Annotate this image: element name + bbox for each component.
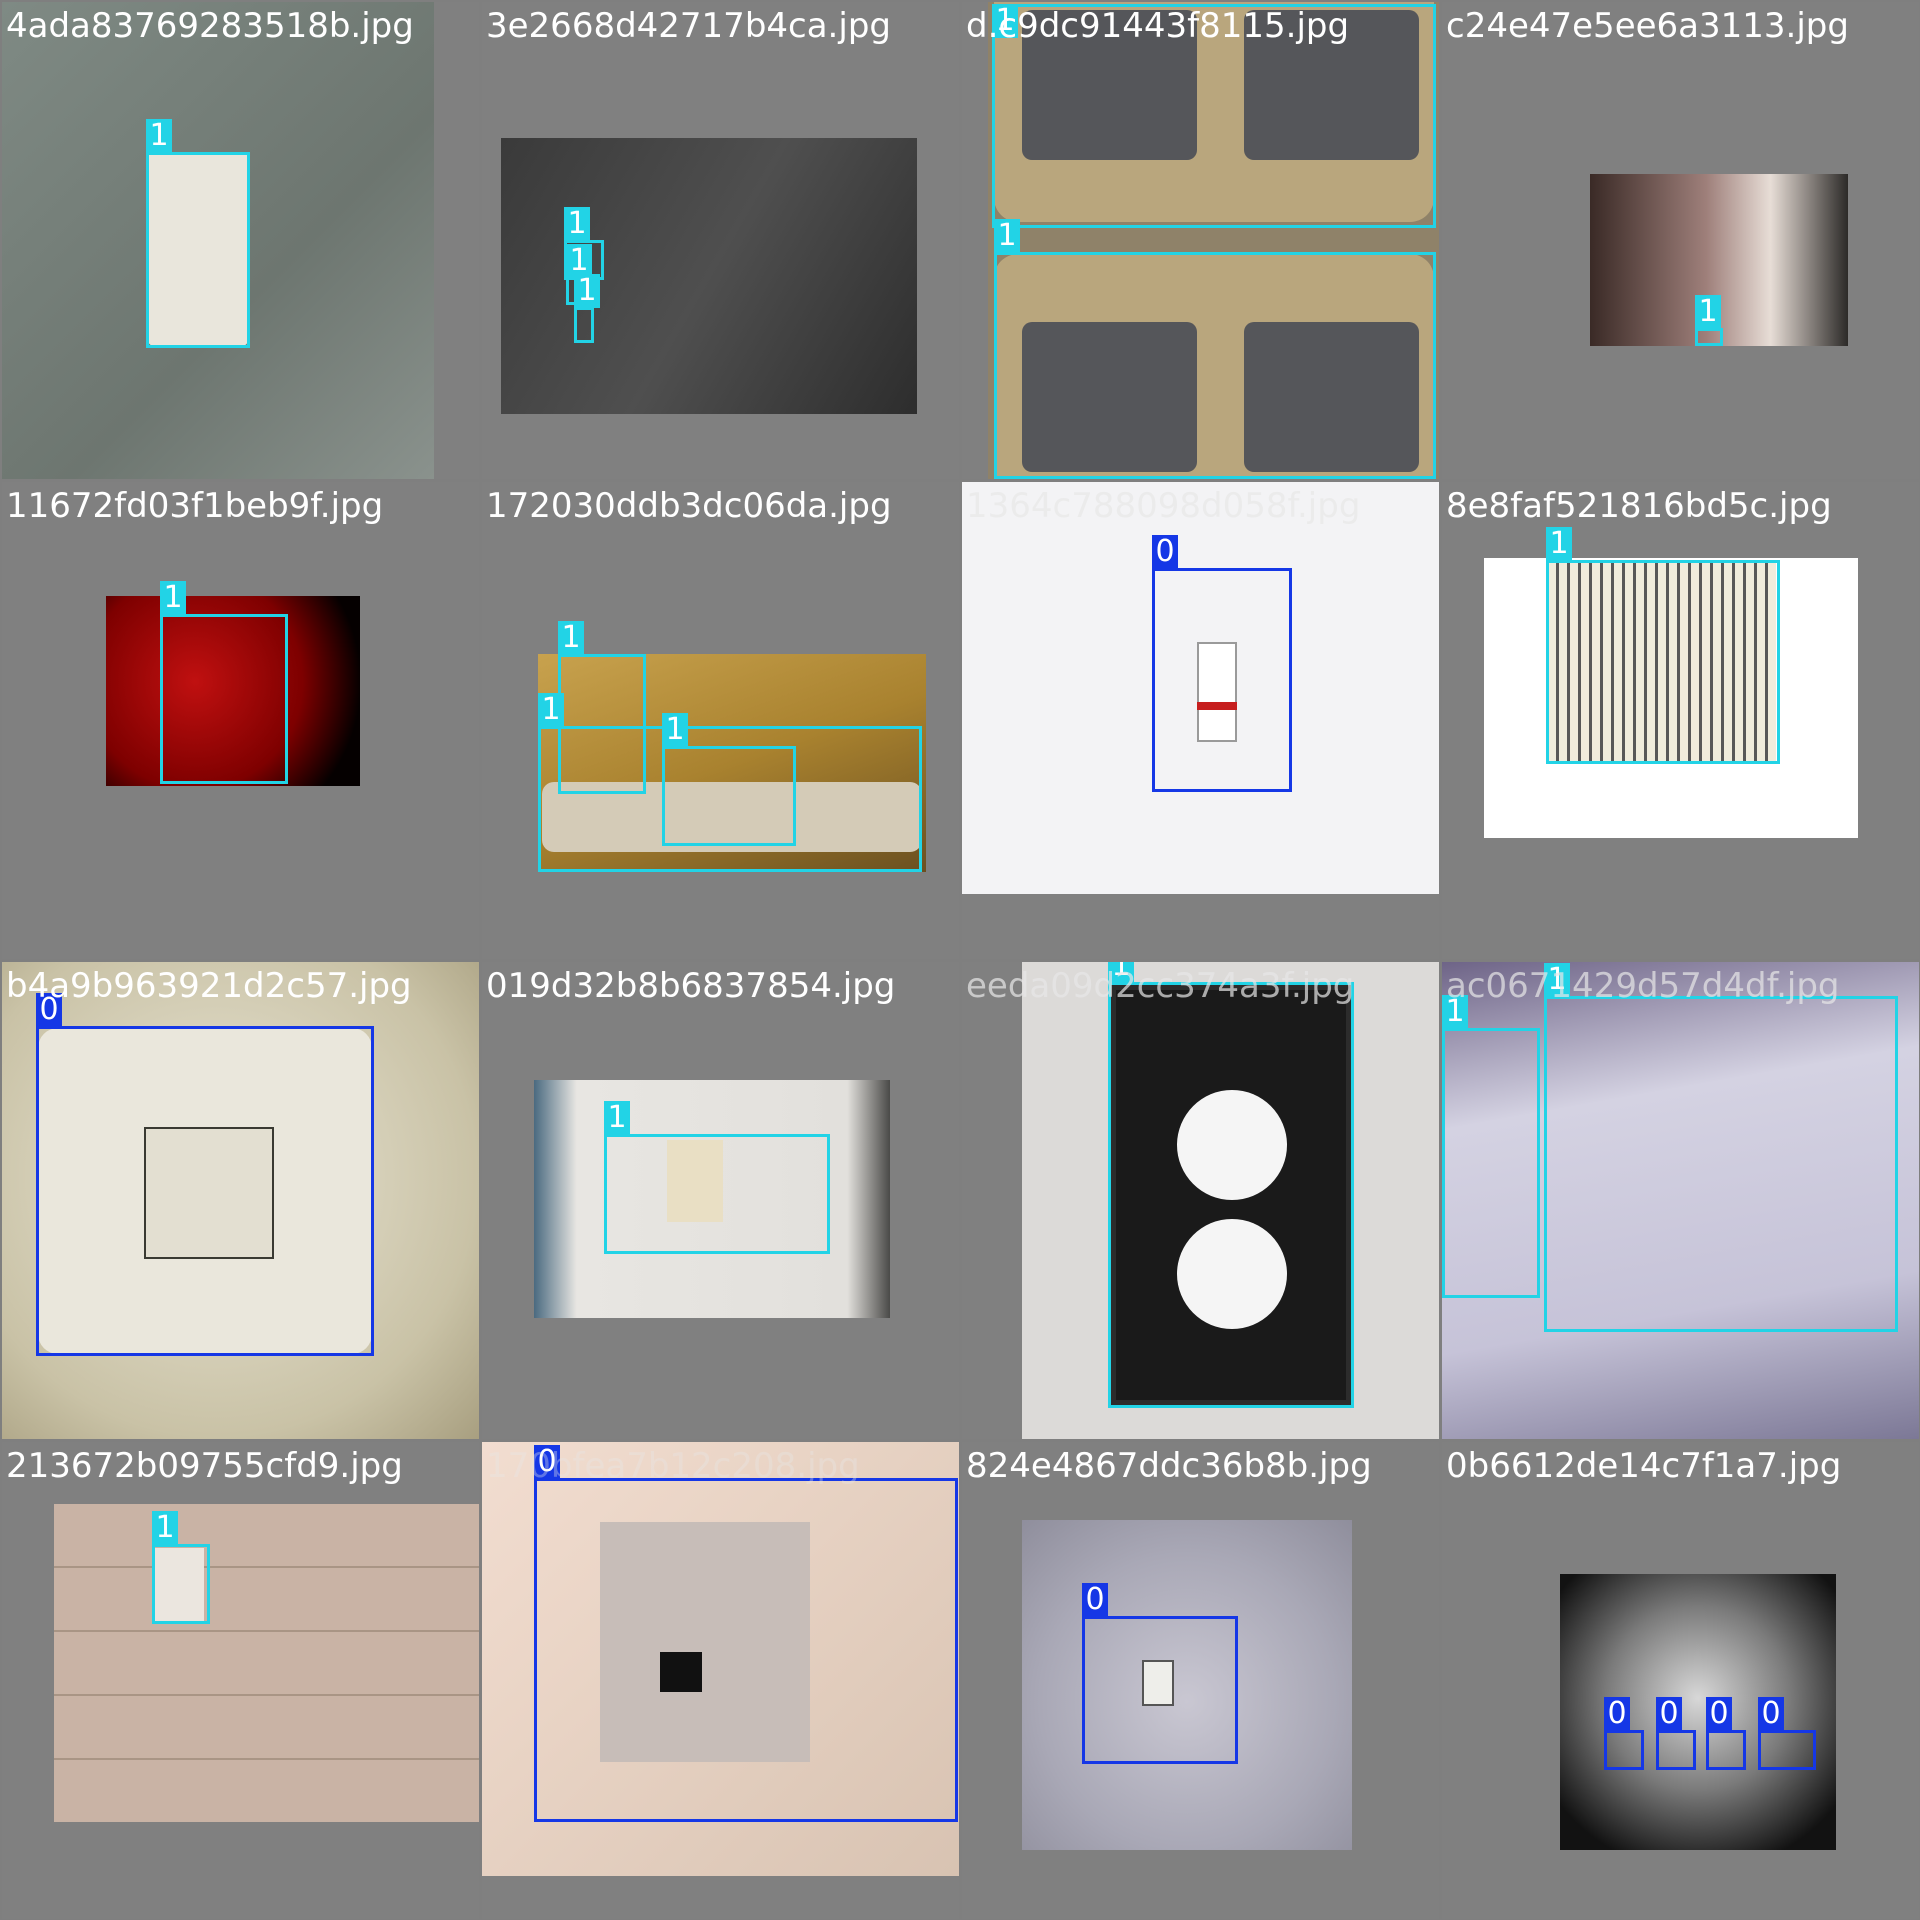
class-label: 1 [1546, 527, 1572, 561]
detection-box: 1 [1442, 995, 1540, 1298]
class-label: 1 [1695, 295, 1721, 329]
detection-box: 0 [1152, 535, 1292, 792]
class-label: 1 [146, 119, 172, 153]
tile-15: 0 0 0 0 0b6612de14c7f1a7.jpg [1442, 1442, 1919, 1919]
class-label: 1 [604, 1101, 630, 1135]
tile-0: 1 4ada83769283518b.jpg [2, 2, 479, 479]
class-label: 1 [152, 1511, 178, 1545]
detection-box: 0 [1082, 1583, 1238, 1764]
detection-box: 1 [604, 1101, 830, 1254]
detection-box: 0 [534, 1445, 958, 1822]
tile-4: 1 11672fd03f1beb9f.jpg [2, 482, 479, 959]
class-label: 1 [558, 621, 584, 655]
detection-box: 1 [1546, 527, 1780, 764]
detection-box: 1 [574, 274, 600, 343]
tile-2: 1 1 d.c9dc91443f8115.jpg [962, 2, 1439, 479]
tile-6: 0 1364c788098d058f.jpg [962, 482, 1439, 959]
photo-socket-row [1560, 1574, 1836, 1850]
class-label: 1 [564, 207, 590, 241]
tile-7: 1 8e8faf521816bd5c.jpg [1442, 482, 1919, 959]
class-label: 0 [1656, 1697, 1682, 1731]
tile-12: 1 213672b09755cfd9.jpg [2, 1442, 479, 1919]
tile-10: 1 eeda09d2cc374a3f.jpg [962, 962, 1439, 1439]
filename-label: c24e47e5ee6a3113.jpg [1446, 6, 1849, 46]
class-label: 1 [538, 693, 564, 727]
filename-label: 019d32b8b6837854.jpg [486, 966, 896, 1006]
class-label: 0 [1082, 1583, 1108, 1617]
detection-box: 1 [662, 713, 796, 846]
filename-label: d.c9dc91443f8115.jpg [966, 6, 1350, 46]
filename-label: 11672fd03f1beb9f.jpg [6, 486, 384, 526]
filename-label: b4a9b963921d2c57.jpg [6, 966, 412, 1006]
class-label: 1 [574, 274, 600, 308]
tile-11: 1 1 ac0671429d57d4df.jpg [1442, 962, 1919, 1439]
detection-box: 1 [994, 219, 1436, 479]
class-label: 1 [994, 219, 1020, 253]
detection-box: 0 [1706, 1697, 1746, 1770]
detection-mosaic: 1 4ada83769283518b.jpg 1 1 1 3e2668d4271… [0, 0, 1920, 1920]
detection-box: 1 [1695, 295, 1723, 346]
detection-box: 0 [1604, 1697, 1644, 1770]
filename-label: 824e4867ddc36b8b.jpg [966, 1446, 1372, 1486]
filename-label: 4ada83769283518b.jpg [6, 6, 414, 46]
class-label: 0 [1706, 1697, 1732, 1731]
detection-box: 1 [1108, 962, 1354, 1408]
class-label: 0 [1758, 1697, 1784, 1731]
detection-box: 0 [1656, 1697, 1696, 1770]
filename-label: 172030ddb3dc06da.jpg [486, 486, 892, 526]
detection-box: 1 [160, 581, 288, 784]
detection-box: 0 [1758, 1697, 1816, 1770]
filename-label: 213672b09755cfd9.jpg [6, 1446, 403, 1486]
tile-14: 0 824e4867ddc36b8b.jpg [962, 1442, 1439, 1919]
tile-9: 1 019d32b8b6837854.jpg [482, 962, 959, 1439]
filename-label: 1364c788098d058f.jpg [966, 486, 1361, 526]
tile-8: 0 b4a9b963921d2c57.jpg [2, 962, 479, 1439]
class-label: 1 [662, 713, 688, 747]
filename-label: 8e8faf521816bd5c.jpg [1446, 486, 1832, 526]
filename-label: 3e2668d42717b4ca.jpg [486, 6, 891, 46]
tile-5: 1 1 1 172030ddb3dc06da.jpg [482, 482, 959, 959]
tile-1: 1 1 1 3e2668d42717b4ca.jpg [482, 2, 959, 479]
detection-box: 1 [146, 119, 250, 348]
detection-box: 1 [152, 1511, 210, 1624]
detection-box: 1 [1544, 963, 1898, 1332]
filename-label: 0b6612de14c7f1a7.jpg [1446, 1446, 1842, 1486]
filename-label: 170bfea7b12c208.jpg [486, 1446, 860, 1486]
tile-13: 0 170bfea7b12c208.jpg [482, 1442, 959, 1919]
class-label: 1 [160, 581, 186, 615]
photo-bathroom-tiles [54, 1504, 479, 1822]
class-label: 0 [1152, 535, 1178, 569]
filename-label: eeda09d2cc374a3f.jpg [966, 966, 1355, 1006]
class-label: 0 [1604, 1697, 1630, 1731]
tile-3: 1 c24e47e5ee6a3113.jpg [1442, 2, 1919, 479]
filename-label: ac0671429d57d4df.jpg [1446, 966, 1840, 1006]
detection-box: 0 [36, 993, 374, 1356]
